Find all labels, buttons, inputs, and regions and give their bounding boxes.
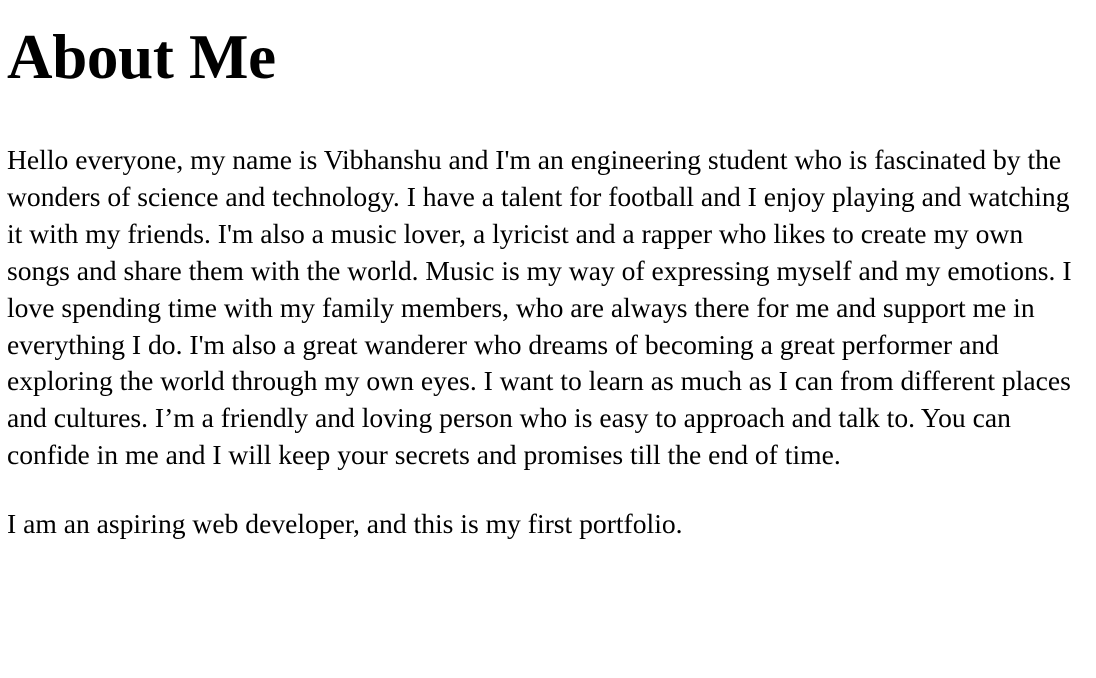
portfolio-note-paragraph: I am an aspiring web developer, and this…: [7, 508, 683, 540]
about-page: About Me Hello everyone, my name is Vibh…: [0, 0, 1096, 678]
bio-paragraph: Hello everyone, my name is Vibhanshu and…: [7, 144, 1072, 471]
page-title: About Me: [7, 22, 276, 92]
